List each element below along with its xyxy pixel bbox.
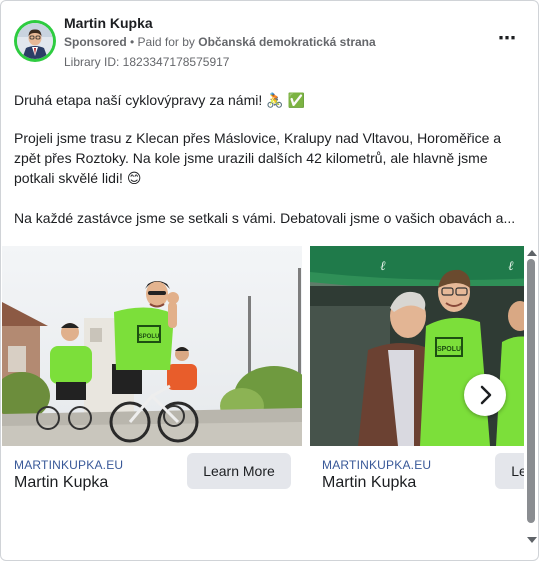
shirt-logo-text: SPOLU — [139, 334, 160, 340]
carousel-photo-meeting[interactable]: ℓ ℓ SPOLU — [310, 246, 524, 446]
carousel-card[interactable]: SPOLU MARTINKUPKA.EU Martin Kupka Learn … — [2, 246, 302, 501]
profile-photo — [17, 23, 53, 59]
library-id: Library ID: 1823347178575917 — [64, 55, 230, 69]
avatar[interactable] — [14, 20, 56, 62]
card-domain[interactable]: MARTINKUPKA.EU — [14, 458, 123, 472]
chevron-right-icon — [480, 385, 492, 405]
scrollbar-thumb[interactable] — [527, 259, 535, 523]
post-text-line3: Na každé zastávce jsme se setkali s vámi… — [14, 210, 516, 226]
payer-name: Občanská demokratická strana — [198, 35, 376, 49]
post-text-line2: Projeli jsme trasu z Klecan přes Máslovi… — [14, 130, 502, 186]
scroll-up-arrow-icon[interactable] — [527, 250, 537, 256]
advertiser-name[interactable]: Martin Kupka — [64, 15, 153, 31]
ad-meta: Sponsored • Paid for by Občanská demokra… — [64, 35, 376, 49]
svg-text:ℓ: ℓ — [380, 258, 386, 273]
more-options-icon[interactable]: ⋯ — [495, 29, 519, 51]
card-title[interactable]: Martin Kupka — [322, 474, 416, 492]
learn-more-button[interactable]: Learn More — [187, 453, 291, 489]
card-domain[interactable]: MARTINKUPKA.EU — [322, 458, 431, 472]
carousel: SPOLU MARTINKUPKA.EU Martin Kupka Learn … — [2, 246, 524, 501]
learn-more-button[interactable]: Learn More — [495, 453, 524, 489]
carousel-next-button[interactable] — [464, 374, 506, 416]
card-title[interactable]: Martin Kupka — [14, 474, 108, 492]
carousel-photo-cyclists[interactable]: SPOLU — [2, 246, 302, 446]
shirt-logo-text: SPOLU — [437, 346, 461, 353]
paid-by-prefix: • Paid for by — [126, 35, 199, 49]
ad-card: Martin Kupka Sponsored • Paid for by Obč… — [0, 0, 539, 561]
svg-text:ℓ: ℓ — [508, 258, 514, 273]
post-text-line1: Druhá etapa naší cyklovýpravy za námi! 🚴… — [14, 92, 305, 108]
scroll-down-arrow-icon[interactable] — [527, 537, 537, 543]
sponsored-label: Sponsored — [64, 35, 127, 49]
